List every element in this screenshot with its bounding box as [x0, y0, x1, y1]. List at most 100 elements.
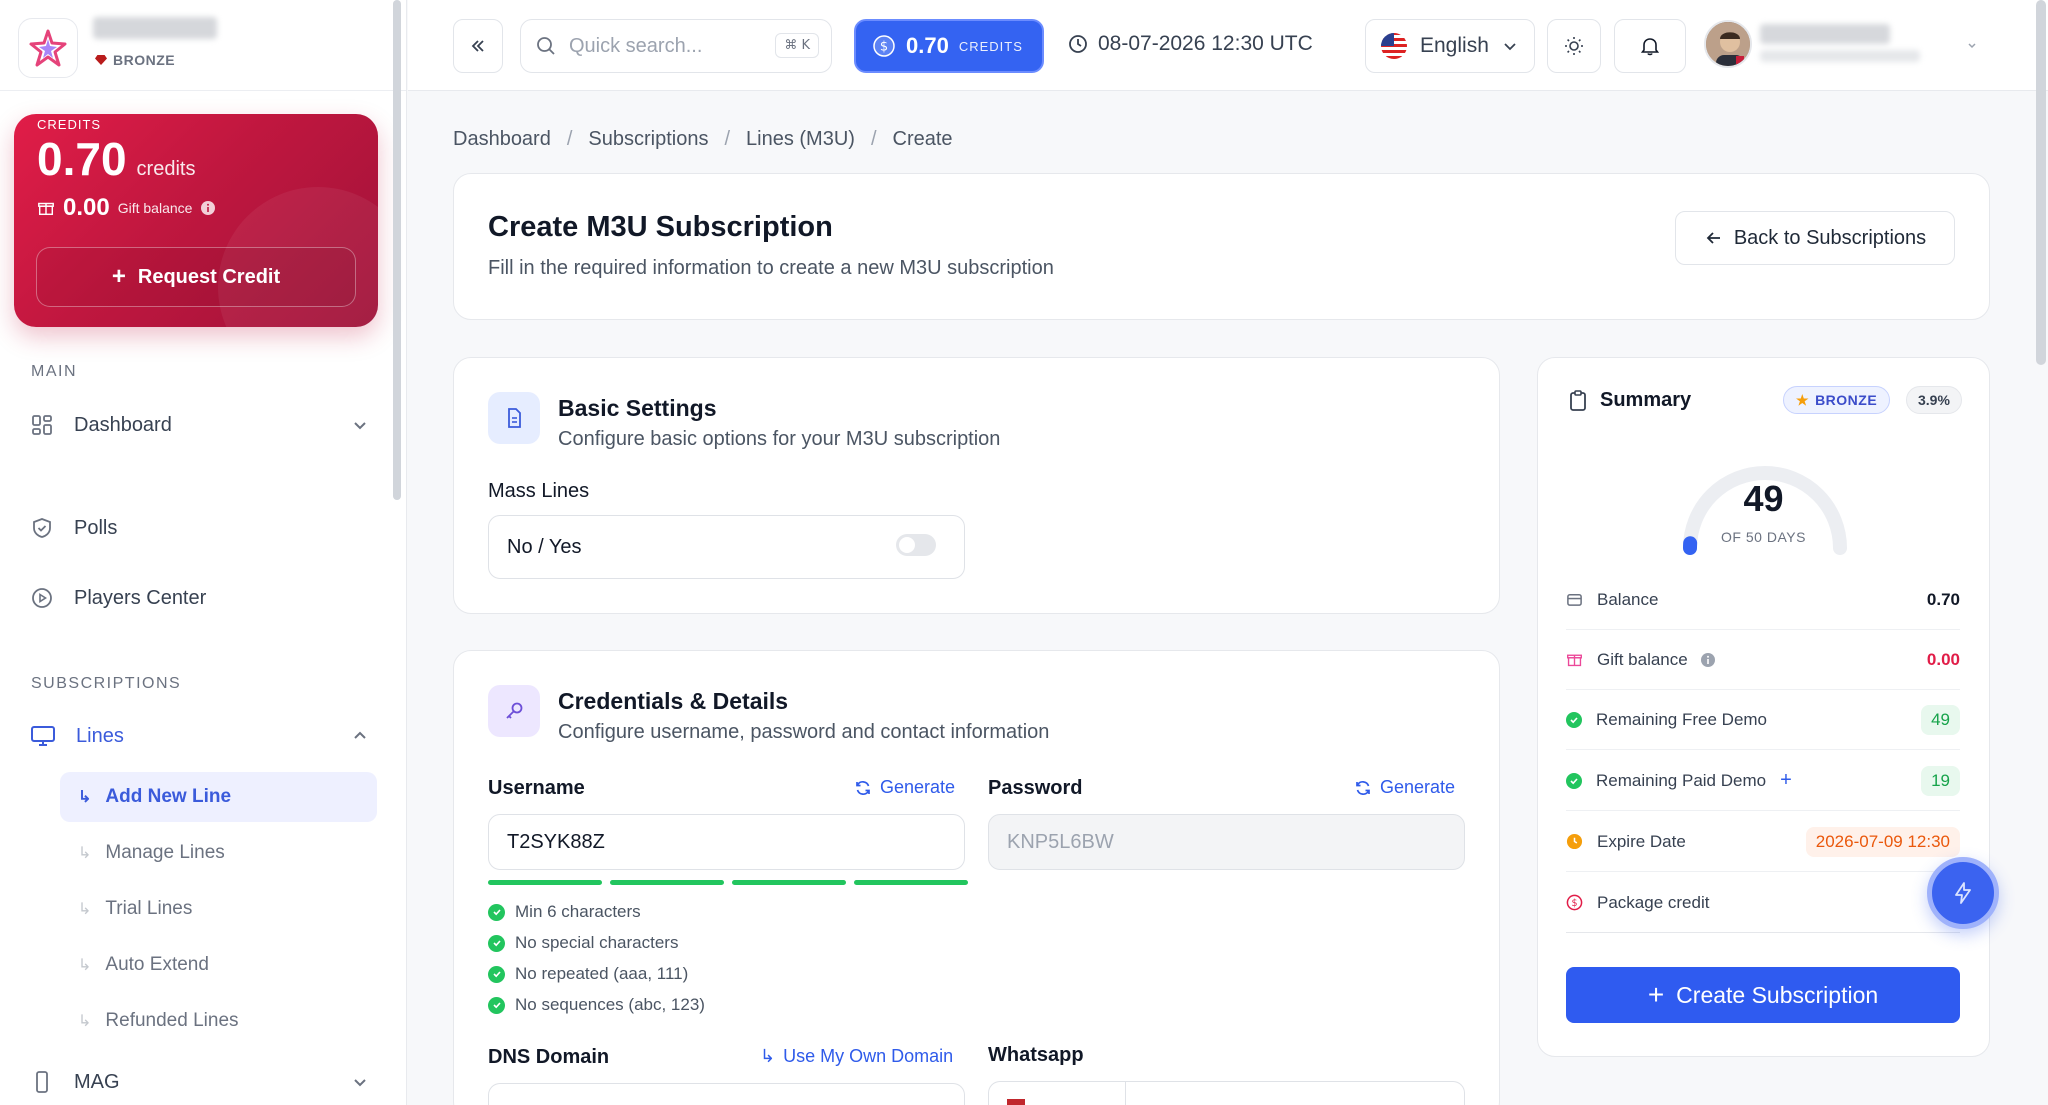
check-circle-icon — [1566, 772, 1582, 789]
username-redacted — [93, 17, 217, 39]
bell-icon — [1640, 38, 1660, 56]
star-logo-icon — [29, 29, 67, 67]
chevron-down-icon — [1504, 43, 1516, 51]
sidebar-subitem-refunded-lines[interactable]: ↳ Refunded Lines — [60, 996, 377, 1046]
sub-arrow-icon: ↳ — [78, 789, 92, 806]
sidebar-scrollbar[interactable] — [393, 0, 401, 500]
sidebar-item-lines[interactable]: Lines — [30, 714, 370, 758]
tier-label: BRONZE — [95, 52, 175, 68]
quick-action-button[interactable] — [1927, 857, 1999, 929]
sidebar-item-dashboard[interactable]: Dashboard — [30, 403, 370, 447]
page-title: Create M3U Subscription — [488, 211, 833, 243]
dns-domain-field[interactable] — [488, 1083, 965, 1105]
logo[interactable] — [18, 18, 78, 78]
check-circle-icon — [488, 996, 505, 1014]
credentials-title: Credentials & Details — [558, 688, 789, 714]
whatsapp-field[interactable] — [988, 1081, 1465, 1105]
summary-card: Summary ★ BRONZE 3.9% 49 OF 50 DAYS Balan… — [1537, 357, 1990, 1057]
password-field[interactable]: KNP5L6BW — [988, 814, 1465, 870]
credentials-card: Credentials & Details Configure username… — [453, 650, 1500, 1105]
generate-password-button[interactable]: Generate — [1354, 777, 1455, 798]
breadcrumb-dashboard[interactable]: Dashboard — [453, 128, 551, 151]
mass-lines-field: No / Yes — [488, 515, 965, 579]
sub-arrow-icon: ↳ — [760, 1046, 776, 1066]
svg-text:$: $ — [880, 40, 888, 55]
page-subtitle: Fill in the required information to crea… — [488, 257, 1054, 279]
sub-arrow-icon: ↳ — [78, 901, 92, 918]
discount-badge: 3.9% — [1906, 386, 1962, 414]
chevron-up-icon — [354, 731, 366, 739]
sidebar-subitem-add-new-line[interactable]: ↳ Add New Line — [60, 772, 377, 822]
grid-icon — [32, 415, 52, 435]
credit-amount: 0.70 credits — [37, 133, 196, 185]
sidebar: BRONZE CREDITS 0.70 credits 0.00 Gift ba… — [0, 0, 407, 1105]
mass-lines-toggle[interactable] — [896, 534, 936, 556]
topbar: Quick search... ⌘ K $ 0.70 CREDITS 08-07… — [408, 0, 2048, 91]
username-field[interactable]: T2SYK88Z — [488, 814, 965, 870]
breadcrumb-subscriptions[interactable]: Subscriptions — [588, 128, 708, 151]
rule-item: No sequences (abc, 123) — [488, 994, 705, 1016]
svg-text:$: $ — [1571, 898, 1577, 909]
rule-item: No repeated (aaa, 111) — [488, 963, 705, 985]
mass-lines-label: Mass Lines — [488, 480, 590, 502]
credentials-desc: Configure username, password and contact… — [558, 721, 1050, 743]
lightning-icon — [1955, 882, 1971, 904]
page-header-card: Create M3U Subscription Fill in the requ… — [453, 173, 1990, 320]
sidebar-subitem-auto-extend[interactable]: ↳ Auto Extend — [60, 940, 377, 990]
refresh-icon — [1356, 780, 1370, 795]
summary-row-package-credit: $ Package credit — [1566, 873, 1960, 933]
notifications-button[interactable] — [1614, 19, 1686, 73]
language-select[interactable]: English — [1365, 19, 1535, 73]
phone-icon — [36, 1071, 48, 1093]
chevron-down-icon — [354, 1079, 366, 1087]
info-icon[interactable] — [1700, 652, 1716, 668]
avatar[interactable] — [1704, 20, 1752, 68]
sub-arrow-icon: ↳ — [78, 957, 92, 974]
sun-icon — [1565, 37, 1583, 55]
check-circle-icon — [1566, 711, 1582, 728]
document-icon — [488, 392, 540, 444]
wallet-icon — [1567, 594, 1582, 606]
create-subscription-button[interactable]: + Create Subscription — [1566, 967, 1960, 1023]
page-scrollbar[interactable] — [2036, 0, 2046, 365]
arrow-left-icon — [1706, 232, 1720, 244]
sidebar-subitem-trial-lines[interactable]: ↳ Trial Lines — [60, 884, 377, 934]
basic-settings-desc: Configure basic options for your M3U sub… — [558, 428, 1001, 450]
breadcrumb-lines[interactable]: Lines (M3U) — [746, 128, 855, 151]
sidebar-item-polls[interactable]: Polls — [30, 506, 370, 550]
gift-icon — [38, 202, 54, 216]
sidebar-item-mag[interactable]: MAG — [30, 1060, 370, 1104]
play-circle-icon — [32, 588, 52, 608]
chevron-down-icon[interactable] — [1966, 40, 1978, 50]
shield-icon — [33, 518, 51, 538]
shortcut-hint: ⌘ K — [775, 33, 819, 58]
user-photo — [1706, 22, 1750, 66]
user-name-redacted — [1760, 24, 1890, 44]
check-circle-icon — [488, 903, 505, 921]
add-paid-demo-button[interactable]: + — [1780, 769, 1792, 792]
gauge-subtitle: OF 50 DAYS — [1721, 529, 1806, 545]
search-input[interactable]: Quick search... ⌘ K — [520, 19, 832, 73]
us-flag-icon — [1381, 33, 1407, 59]
clock-icon — [1069, 35, 1087, 53]
credit-card: CREDITS 0.70 credits 0.00 Gift balance +… — [14, 114, 378, 327]
password-label: Password — [988, 777, 1083, 799]
sub-arrow-icon: ↳ — [78, 845, 92, 862]
credits-badge[interactable]: $ 0.70 CREDITS — [854, 19, 1044, 73]
back-to-subscriptions-button[interactable]: Back to Subscriptions — [1675, 211, 1955, 265]
basic-settings-card: Basic Settings Configure basic options f… — [453, 357, 1500, 614]
sidebar-item-players-center[interactable]: Players Center — [30, 576, 370, 620]
info-icon[interactable] — [200, 200, 216, 216]
theme-toggle-button[interactable] — [1547, 19, 1601, 73]
sub-arrow-icon: ↳ — [78, 1013, 92, 1030]
rule-item: Min 6 characters — [488, 901, 705, 923]
double-chevron-left-icon — [471, 40, 484, 52]
generate-username-button[interactable]: Generate — [854, 777, 955, 798]
sidebar-subitem-manage-lines[interactable]: ↳ Manage Lines — [60, 828, 377, 878]
clipboard-icon — [1570, 390, 1586, 411]
use-own-domain-button[interactable]: ↳ Use My Own Domain — [760, 1046, 953, 1067]
collapse-sidebar-button[interactable] — [453, 19, 503, 73]
rule-item: No special characters — [488, 932, 705, 954]
summary-row-balance: Balance 0.70 — [1566, 570, 1960, 630]
request-credit-button[interactable]: + Request Credit — [36, 247, 356, 307]
